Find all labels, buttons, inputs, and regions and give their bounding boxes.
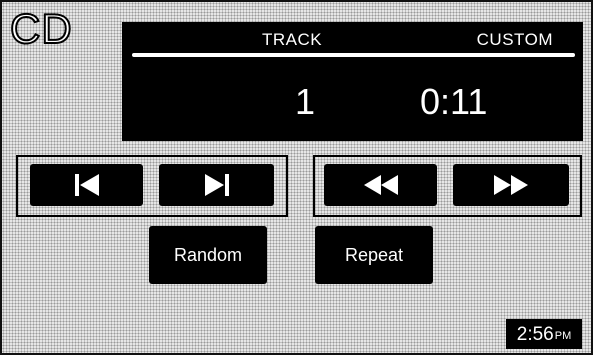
clock-ampm: PM [554, 330, 572, 342]
track-number: 1 [295, 81, 316, 122]
source-title: CD [9, 5, 73, 53]
repeat-button[interactable]: Repeat [315, 226, 433, 284]
skip-previous-icon [74, 174, 99, 196]
skip-next-icon [204, 174, 229, 196]
rewind-button[interactable] [324, 164, 437, 206]
display-divider [132, 53, 575, 57]
track-display: TRACK CUSTOM 1 0:11 [122, 22, 583, 141]
fast-forward-button[interactable] [453, 164, 569, 206]
cd-screen: CD TRACK CUSTOM 1 0:11 Random Repeat 2:5… [0, 0, 593, 355]
track-header: TRACK [262, 30, 323, 49]
fast-forward-icon [494, 175, 528, 195]
clock-time: 2:56 [516, 323, 554, 345]
clock: 2:56 PM [506, 319, 582, 349]
custom-mode-header: CUSTOM [476, 30, 553, 49]
random-button[interactable]: Random [149, 226, 267, 284]
next-track-button[interactable] [159, 164, 274, 206]
rewind-icon [363, 175, 398, 195]
elapsed-time: 0:11 [420, 81, 488, 122]
previous-track-button[interactable] [30, 164, 143, 206]
